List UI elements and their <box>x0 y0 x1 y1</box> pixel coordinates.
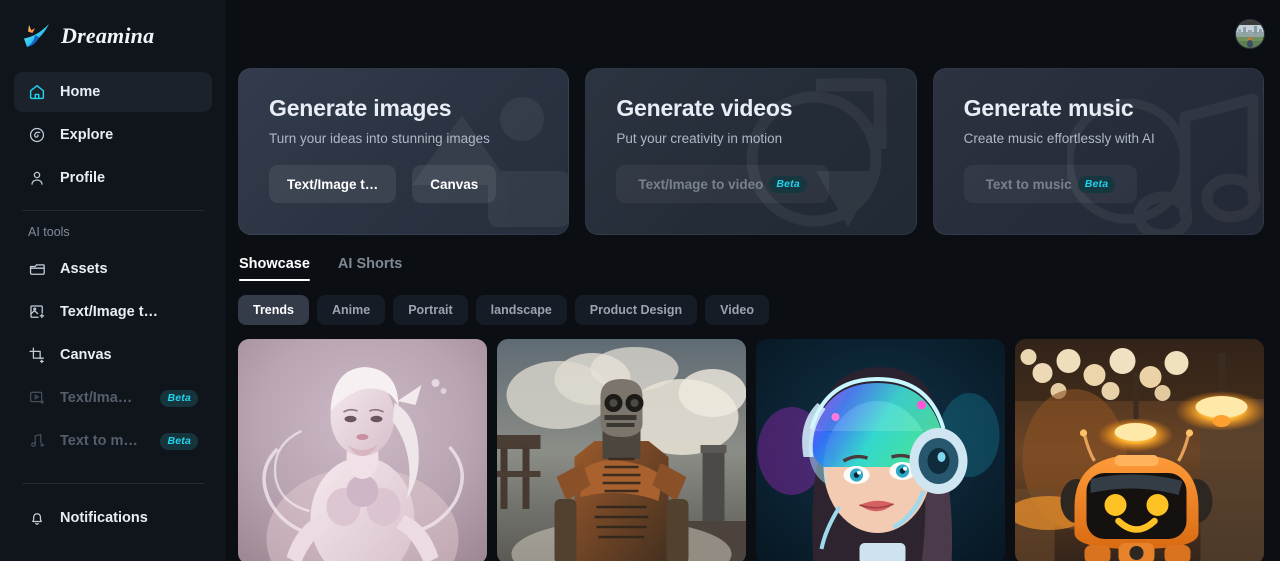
hero-card-generate-music[interactable]: Generate music Create music effortlessly… <box>932 68 1264 235</box>
sidebar-item-explore[interactable]: Explore <box>14 115 212 155</box>
sidebar-item-label: Profile <box>60 170 106 186</box>
canvas-crop-icon <box>28 346 46 364</box>
brand-logo[interactable]: Dreamina <box>14 0 212 72</box>
sidebar-item-assets[interactable]: Assets <box>14 249 212 289</box>
tab-ai-shorts[interactable]: AI Shorts <box>338 256 402 281</box>
chip-trends[interactable]: Trends <box>238 295 309 325</box>
chip-video[interactable]: Video <box>705 295 769 325</box>
beta-badge: Beta <box>1077 175 1116 193</box>
sidebar-item-label: Notifications <box>60 510 148 526</box>
folder-icon <box>28 260 46 278</box>
button-label: Text/Image to video <box>638 176 764 192</box>
text-image-to-image-button[interactable]: Text/Image t… <box>269 165 397 203</box>
crystalline-woman-thumbnail[interactable] <box>238 339 487 561</box>
content-tabs: Showcase AI Shorts <box>238 256 1264 281</box>
sidebar-item-canvas[interactable]: Canvas <box>14 335 212 375</box>
rusty-mech-thumbnail[interactable] <box>497 339 746 561</box>
sidebar-item-label: Text to music <box>60 433 141 449</box>
bell-icon <box>28 509 46 527</box>
user-avatar-photo <box>1236 20 1264 48</box>
canvas-button[interactable]: Canvas <box>412 165 497 203</box>
sidebar-item-text-image-to-image[interactable]: Text/Image t… <box>14 292 212 332</box>
video-spark-icon <box>28 389 46 407</box>
beta-badge: Beta <box>160 389 198 407</box>
sidebar-item-label: Text/Image t… <box>60 390 140 406</box>
hero-card-row: Generate images Turn your ideas into stu… <box>238 68 1264 235</box>
chip-landscape[interactable]: landscape <box>475 295 567 325</box>
hero-card-subtitle: Turn your ideas into stunning images <box>269 131 490 146</box>
sidebar-divider-bottom <box>22 483 204 484</box>
sidebar-item-text-to-music: Text to music Beta <box>14 421 212 461</box>
sidebar-item-label: Explore <box>60 127 114 143</box>
sidebar-item-home[interactable]: Home <box>14 72 212 112</box>
compass-icon <box>28 126 46 144</box>
hero-card-actions: Text to music Beta <box>963 165 1233 203</box>
hero-card-title: Generate images <box>269 95 452 121</box>
sidebar-item-label: Home <box>60 84 101 100</box>
app-root: Dreamina Home Explore Profile AI tools A… <box>0 0 1280 561</box>
chip-product-design[interactable]: Product Design <box>574 295 698 325</box>
sidebar-item-label: Canvas <box>60 347 112 363</box>
sidebar-item-notifications[interactable]: Notifications <box>14 498 212 538</box>
tab-showcase[interactable]: Showcase <box>239 256 310 281</box>
main-content: Generate images Turn your ideas into stu… <box>226 0 1280 561</box>
sidebar-item-label: Text/Image t… <box>60 304 159 320</box>
category-filter-chips: Trends Anime Portrait landscape Product … <box>238 295 1264 325</box>
hero-card-generate-images[interactable]: Generate images Turn your ideas into stu… <box>238 68 570 235</box>
avatar[interactable] <box>1236 20 1264 48</box>
sidebar-item-text-image-to-video: Text/Image t… Beta <box>14 378 212 418</box>
hero-card-title: Generate videos <box>616 95 793 121</box>
sidebar-item-label: Assets <box>60 261 108 277</box>
home-icon <box>28 83 46 101</box>
user-icon <box>28 169 46 187</box>
hero-card-actions: Text/Image t… Canvas <box>269 165 538 203</box>
cyberpunk-visor-thumbnail[interactable] <box>756 339 1005 561</box>
sidebar-item-profile[interactable]: Profile <box>14 158 212 198</box>
music-spark-icon <box>28 432 46 450</box>
hero-card-actions: Text/Image to video Beta <box>616 165 885 203</box>
hero-card-generate-videos[interactable]: Generate videos Put your creativity in m… <box>585 68 917 235</box>
brand-name: Dreamina <box>61 23 155 48</box>
image-spark-icon <box>28 303 46 321</box>
sidebar-divider-top <box>22 210 204 211</box>
beta-badge: Beta <box>160 432 198 450</box>
chip-portrait[interactable]: Portrait <box>393 295 468 325</box>
text-image-to-video-button: Text/Image to video Beta <box>616 165 829 203</box>
hero-card-title: Generate music <box>963 95 1134 121</box>
sidebar-section-ai-tools: AI tools <box>28 225 70 239</box>
chip-anime[interactable]: Anime <box>317 295 386 325</box>
dreamina-star-icon <box>22 22 52 50</box>
topbar <box>238 0 1264 68</box>
showcase-gallery <box>238 339 1264 561</box>
sidebar: Dreamina Home Explore Profile AI tools A… <box>0 0 226 561</box>
beta-badge: Beta <box>769 175 807 193</box>
text-to-music-button: Text to music Beta <box>963 165 1138 203</box>
button-label: Text to music <box>985 176 1072 192</box>
hero-card-subtitle: Create music effortlessly with AI <box>963 131 1155 146</box>
hero-card-subtitle: Put your creativity in motion <box>616 131 783 146</box>
orange-smiley-robot-thumbnail[interactable] <box>1015 339 1264 561</box>
